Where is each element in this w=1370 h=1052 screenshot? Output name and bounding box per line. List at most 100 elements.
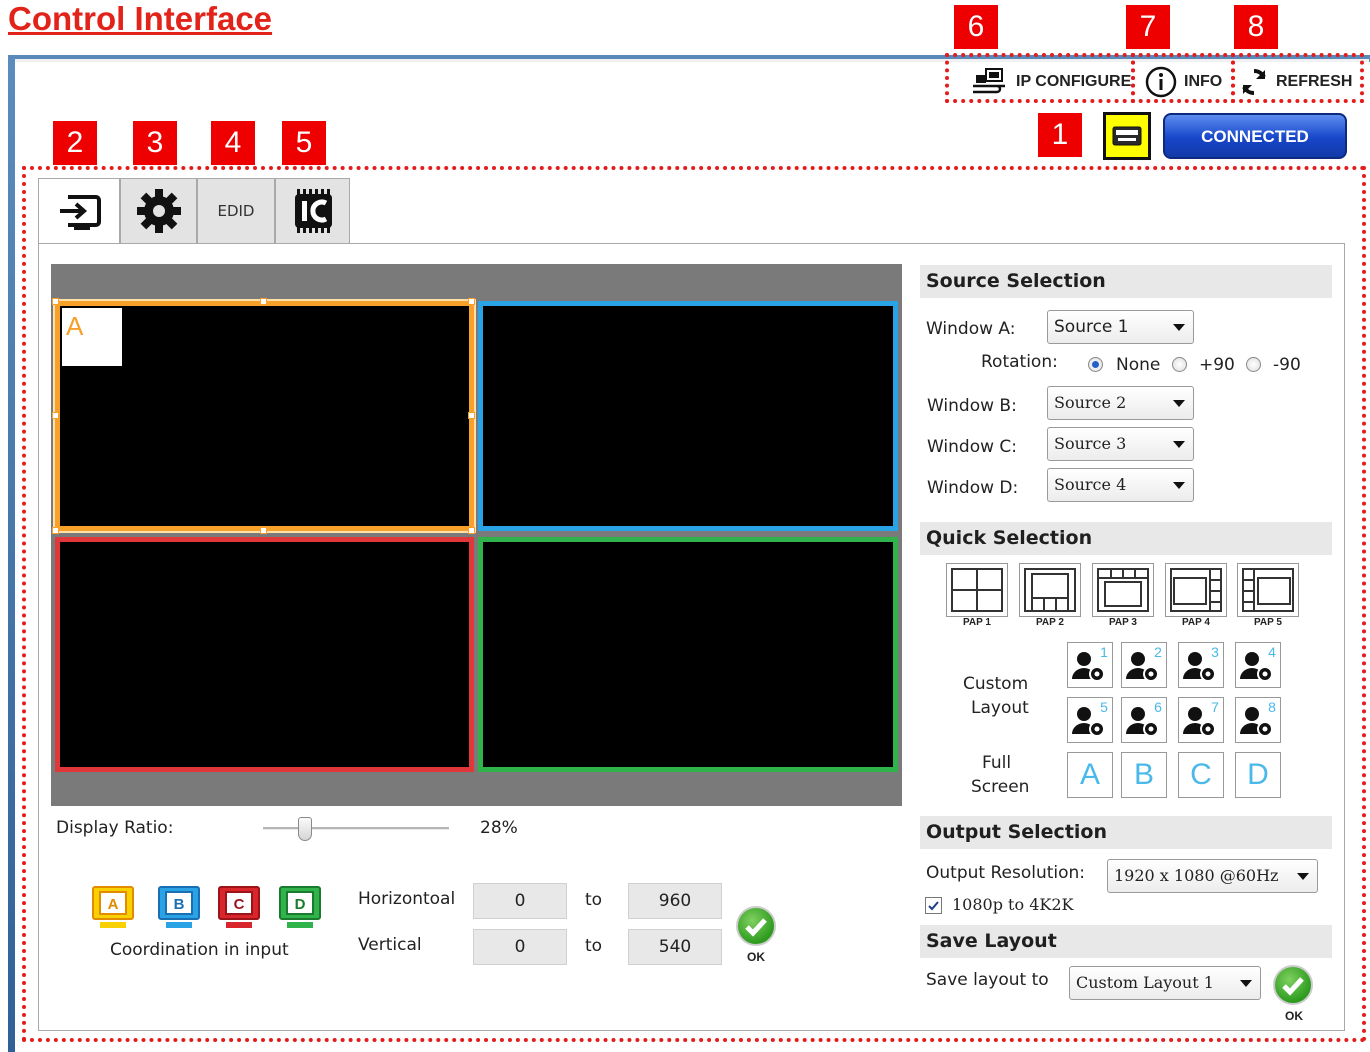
save-layout-value: Custom Layout 1 bbox=[1076, 973, 1214, 992]
custom-layout-3-button[interactable]: 3 bbox=[1178, 642, 1224, 688]
resize-handle[interactable] bbox=[468, 412, 475, 419]
horizontal-to-field[interactable]: 960 bbox=[628, 883, 722, 919]
serial-port-icon bbox=[1112, 126, 1142, 146]
pap-2-label: PAP 2 bbox=[1036, 617, 1064, 628]
custom-layout-2-number: 2 bbox=[1154, 644, 1162, 660]
tab-settings[interactable] bbox=[120, 178, 197, 243]
custom-layout-8-number: 8 bbox=[1268, 699, 1276, 715]
checkmark-icon bbox=[1273, 965, 1313, 1005]
resize-handle[interactable] bbox=[52, 298, 59, 305]
save-layout-ok-button[interactable] bbox=[1273, 965, 1313, 1005]
full-screen-a-button[interactable]: A bbox=[1067, 752, 1113, 798]
layout-pap2-icon bbox=[1024, 568, 1076, 612]
resize-handle[interactable] bbox=[260, 527, 267, 534]
user-settings-icon: 7 bbox=[1183, 699, 1219, 737]
gear-icon bbox=[136, 189, 181, 233]
vertical-to-field[interactable]: 540 bbox=[628, 929, 722, 965]
upscale-checkbox[interactable] bbox=[925, 897, 942, 914]
full-screen-b-button[interactable]: B bbox=[1121, 752, 1167, 798]
user-settings-icon: 8 bbox=[1240, 699, 1276, 737]
pap-2-button[interactable] bbox=[1019, 563, 1081, 617]
input-source-icon bbox=[60, 195, 101, 230]
custom-layout-1-number: 1 bbox=[1100, 644, 1108, 660]
vertical-to-label: to bbox=[585, 936, 603, 956]
horizontal-from-field[interactable]: 0 bbox=[473, 883, 567, 919]
display-ratio-slider[interactable] bbox=[263, 827, 449, 830]
window-d-source-select[interactable]: Source 4 bbox=[1047, 468, 1194, 502]
rotation-plus90-radio[interactable] bbox=[1172, 357, 1187, 372]
rotation-minus90-label: -90 bbox=[1273, 355, 1301, 375]
monitor-c-icon: C bbox=[218, 886, 260, 928]
window-b-source-select[interactable]: Source 2 bbox=[1047, 386, 1194, 420]
rotation-minus90-radio[interactable] bbox=[1246, 357, 1261, 372]
chevron-down-icon bbox=[1297, 873, 1309, 880]
custom-layout-6-button[interactable]: 6 bbox=[1121, 697, 1167, 743]
preview-window-c[interactable] bbox=[55, 537, 474, 772]
rotation-label: Rotation: bbox=[981, 352, 1058, 372]
callout-7: 7 bbox=[1126, 5, 1170, 49]
custom-layout-4-button[interactable]: 4 bbox=[1235, 642, 1281, 688]
custom-layout-2-button[interactable]: 2 bbox=[1121, 642, 1167, 688]
custom-layout-5-button[interactable]: 5 bbox=[1067, 697, 1113, 743]
window-a-source-select[interactable]: Source 1 bbox=[1047, 310, 1194, 344]
pap-5-button[interactable] bbox=[1237, 563, 1299, 617]
connected-button[interactable]: CONNECTED bbox=[1163, 113, 1347, 159]
pap-4-button[interactable] bbox=[1165, 563, 1227, 617]
pap-3-button[interactable] bbox=[1092, 563, 1154, 617]
serial-port-button[interactable] bbox=[1103, 112, 1151, 160]
chevron-down-icon bbox=[1173, 482, 1185, 489]
coord-window-d-button[interactable]: D bbox=[279, 886, 321, 934]
custom-layout-5-number: 5 bbox=[1100, 699, 1108, 715]
upscale-label: 1080p to 4K2K bbox=[952, 895, 1074, 914]
coordination-ok-button[interactable] bbox=[736, 906, 776, 946]
resize-handle[interactable] bbox=[260, 298, 267, 305]
layout-pap5-icon bbox=[1242, 568, 1294, 612]
pap-1-button[interactable] bbox=[946, 563, 1008, 617]
checkmark-icon bbox=[736, 906, 776, 946]
custom-layout-7-button[interactable]: 7 bbox=[1178, 697, 1224, 743]
pap-1-label: PAP 1 bbox=[963, 617, 991, 628]
coord-window-c-button[interactable]: C bbox=[218, 886, 260, 934]
window-b-select-label: Window B: bbox=[927, 396, 1017, 416]
display-ratio-slider-thumb[interactable] bbox=[298, 817, 312, 841]
save-layout-label: Save layout to bbox=[926, 970, 1049, 990]
refresh-button[interactable]: REFRESH bbox=[1238, 62, 1352, 102]
pap-3-label: PAP 3 bbox=[1109, 617, 1137, 628]
vertical-from-field[interactable]: 0 bbox=[473, 929, 567, 965]
full-screen-d-button[interactable]: D bbox=[1235, 752, 1281, 798]
custom-layout-3-number: 3 bbox=[1211, 644, 1219, 660]
resize-handle[interactable] bbox=[52, 527, 59, 534]
tab-ic[interactable] bbox=[275, 178, 350, 243]
full-screen-c-button[interactable]: C bbox=[1178, 752, 1224, 798]
callout-4: 4 bbox=[211, 121, 255, 165]
rotation-none-label: None bbox=[1116, 355, 1161, 375]
save-layout-select[interactable]: Custom Layout 1 bbox=[1069, 966, 1261, 1000]
resize-handle[interactable] bbox=[468, 527, 475, 534]
callout-8: 8 bbox=[1234, 5, 1278, 49]
ip-configure-button[interactable]: IP CONFIGURE bbox=[970, 62, 1131, 102]
custom-layout-8-button[interactable]: 8 bbox=[1235, 697, 1281, 743]
tab-edid[interactable]: EDID bbox=[197, 178, 275, 243]
coord-window-b-button[interactable]: B bbox=[158, 886, 200, 934]
chevron-down-icon bbox=[1173, 324, 1185, 331]
resize-handle[interactable] bbox=[52, 412, 59, 419]
custom-layout-label-line1: Custom bbox=[963, 674, 1029, 694]
custom-layout-1-button[interactable]: 1 bbox=[1067, 642, 1113, 688]
resize-handle[interactable] bbox=[468, 298, 475, 305]
window-d-select-label: Window D: bbox=[927, 478, 1019, 498]
info-button[interactable]: INFO bbox=[1144, 62, 1222, 102]
output-selection-heading: Output Selection bbox=[920, 816, 1332, 849]
output-resolution-select[interactable]: 1920 x 1080 @60Hz bbox=[1107, 859, 1318, 893]
pap-5-label: PAP 5 bbox=[1254, 617, 1282, 628]
monitor-c-letter: C bbox=[234, 896, 245, 913]
coord-window-a-button[interactable]: A bbox=[92, 886, 134, 934]
user-settings-icon: 6 bbox=[1126, 699, 1162, 737]
tab-input[interactable] bbox=[38, 178, 120, 243]
window-c-source-select[interactable]: Source 3 bbox=[1047, 427, 1194, 461]
refresh-icon bbox=[1242, 69, 1266, 95]
preview-window-d[interactable] bbox=[478, 537, 898, 772]
preview-window-b[interactable] bbox=[478, 301, 898, 531]
custom-layout-4-number: 4 bbox=[1268, 644, 1276, 660]
rotation-none-radio[interactable] bbox=[1088, 357, 1103, 372]
full-screen-label-line2: Screen bbox=[971, 777, 1030, 797]
